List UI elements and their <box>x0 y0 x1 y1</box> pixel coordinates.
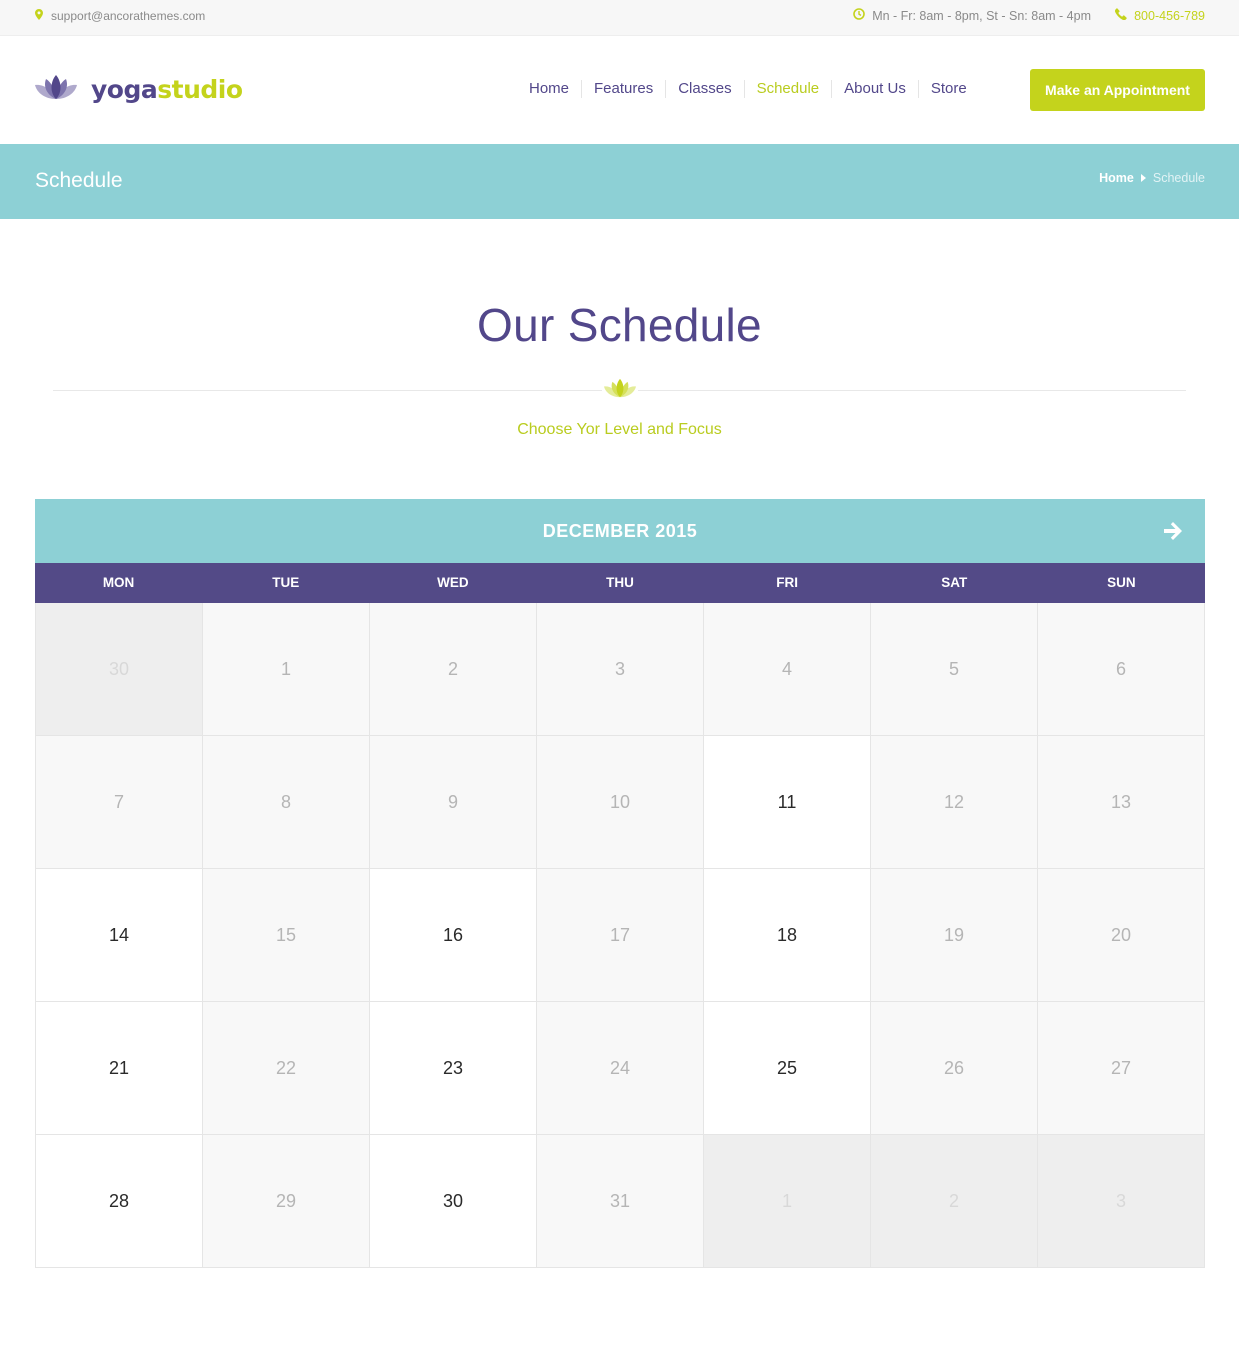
calendar-day[interactable]: 21 <box>36 1002 203 1135</box>
calendar-day[interactable]: 30 <box>370 1135 537 1268</box>
calendar-day: 31 <box>537 1135 704 1268</box>
calendar-day[interactable]: 23 <box>370 1002 537 1135</box>
calendar-day: 17 <box>537 869 704 1002</box>
logo-text-yoga: yoga <box>91 75 158 104</box>
arrow-right-icon[interactable] <box>1161 519 1185 543</box>
nav-store[interactable]: Store <box>917 80 979 98</box>
calendar-day: 10 <box>537 736 704 869</box>
opening-hours: Mn - Fr: 8am - 8pm, St - Sn: 8am - 4pm <box>853 8 1091 23</box>
map-marker-icon <box>35 9 43 23</box>
calendar-week-row: 30 1 2 3 4 5 6 <box>36 603 1205 736</box>
calendar-day: 24 <box>537 1002 704 1135</box>
calendar-day[interactable]: 16 <box>370 869 537 1002</box>
weekday-header: MON TUE WED THU FRI SAT SUN <box>35 563 1205 603</box>
calendar-day: 19 <box>871 869 1038 1002</box>
phone-icon <box>1115 8 1127 23</box>
calendar-day: 5 <box>871 603 1038 736</box>
nav-features[interactable]: Features <box>581 80 665 98</box>
calendar-day: 12 <box>871 736 1038 869</box>
calendar-day[interactable]: 11 <box>704 736 871 869</box>
calendar-grid: 30 1 2 3 4 5 6 7 8 9 10 11 12 13 14 15 16 17 18 19 20 21 22 23 2… <box>35 603 1205 1268</box>
calendar-day: 29 <box>203 1135 370 1268</box>
calendar-week-row: 21 22 23 24 25 26 27 <box>36 1002 1205 1135</box>
breadcrumb: Home Schedule <box>1099 171 1205 185</box>
calendar-day-other-month: 3 <box>1038 1135 1205 1268</box>
nav-home[interactable]: Home <box>517 80 581 98</box>
make-appointment-button[interactable]: Make an Appointment <box>1030 69 1205 111</box>
calendar-header: DECEMBER 2015 <box>35 499 1205 563</box>
calendar-day[interactable]: 14 <box>36 869 203 1002</box>
weekday-mon: MON <box>102 575 135 590</box>
site-header: yogastudio Home Features Classes Schedul… <box>0 37 1239 144</box>
section-subheading: Choose Yor Level and Focus <box>517 421 722 438</box>
calendar-day: 1 <box>203 603 370 736</box>
calendar-day: 2 <box>370 603 537 736</box>
calendar-day: 8 <box>203 736 370 869</box>
calendar-day: 4 <box>704 603 871 736</box>
calendar-day: 7 <box>36 736 203 869</box>
section-heading: Our Schedule <box>477 299 762 351</box>
main-nav: Home Features Classes Schedule About Us … <box>517 80 979 98</box>
nav-schedule[interactable]: Schedule <box>743 80 832 98</box>
nav-about-us[interactable]: About Us <box>831 80 918 98</box>
clock-icon <box>853 8 865 23</box>
calendar-week-row: 28 29 30 31 1 2 3 <box>36 1135 1205 1268</box>
schedule-calendar: DECEMBER 2015 MON TUE WED THU FRI SAT SU… <box>35 499 1205 1268</box>
logo-text: yogastudio <box>91 75 243 104</box>
site-logo[interactable]: yogastudio <box>35 73 243 106</box>
calendar-week-row: 7 8 9 10 11 12 13 <box>36 736 1205 869</box>
breadcrumb-current: Schedule <box>1152 171 1205 185</box>
breadcrumb-separator-icon <box>1140 174 1146 182</box>
support-email[interactable]: support@ancorathemes.com <box>35 9 205 23</box>
calendar-week-row: 14 15 16 17 18 19 20 <box>36 869 1205 1002</box>
breadcrumb-home[interactable]: Home <box>1099 171 1134 185</box>
calendar-day[interactable]: 28 <box>36 1135 203 1268</box>
lotus-icon <box>602 377 638 401</box>
calendar-month: DECEMBER 2015 <box>542 521 698 541</box>
calendar-day: 9 <box>370 736 537 869</box>
support-email-text: support@ancorathemes.com <box>51 9 206 23</box>
calendar-day-other-month: 2 <box>871 1135 1038 1268</box>
calendar-day: 15 <box>203 869 370 1002</box>
lotus-icon <box>35 73 77 106</box>
calendar-day: 13 <box>1038 736 1205 869</box>
page-title-bar: Schedule Home Schedule <box>0 144 1239 219</box>
calendar-day: 20 <box>1038 869 1205 1002</box>
calendar-day[interactable]: 18 <box>704 869 871 1002</box>
weekday-tue: TUE <box>272 575 300 590</box>
calendar-day: 6 <box>1038 603 1205 736</box>
logo-text-studio: studio <box>157 75 243 104</box>
calendar-day: 26 <box>871 1002 1038 1135</box>
phone-number[interactable]: 800-456-789 <box>1115 8 1205 23</box>
calendar-day: 27 <box>1038 1002 1205 1135</box>
calendar-day: 22 <box>203 1002 370 1135</box>
weekday-sat: SAT <box>941 575 968 590</box>
nav-classes[interactable]: Classes <box>665 80 743 98</box>
calendar-day-other-month: 30 <box>36 603 203 736</box>
page-title: Schedule <box>35 169 123 192</box>
calendar-day[interactable]: 25 <box>704 1002 871 1135</box>
top-bar: support@ancorathemes.com Mn - Fr: 8am - … <box>0 0 1239 36</box>
weekday-sun: SUN <box>1107 575 1136 590</box>
opening-hours-text: Mn - Fr: 8am - 8pm, St - Sn: 8am - 4pm <box>872 8 1091 23</box>
weekday-wed: WED <box>437 575 469 590</box>
calendar-day: 3 <box>537 603 704 736</box>
phone-number-text: 800-456-789 <box>1134 8 1205 23</box>
weekday-fri: FRI <box>776 575 798 590</box>
weekday-thu: THU <box>606 575 634 590</box>
calendar-day-other-month: 1 <box>704 1135 871 1268</box>
